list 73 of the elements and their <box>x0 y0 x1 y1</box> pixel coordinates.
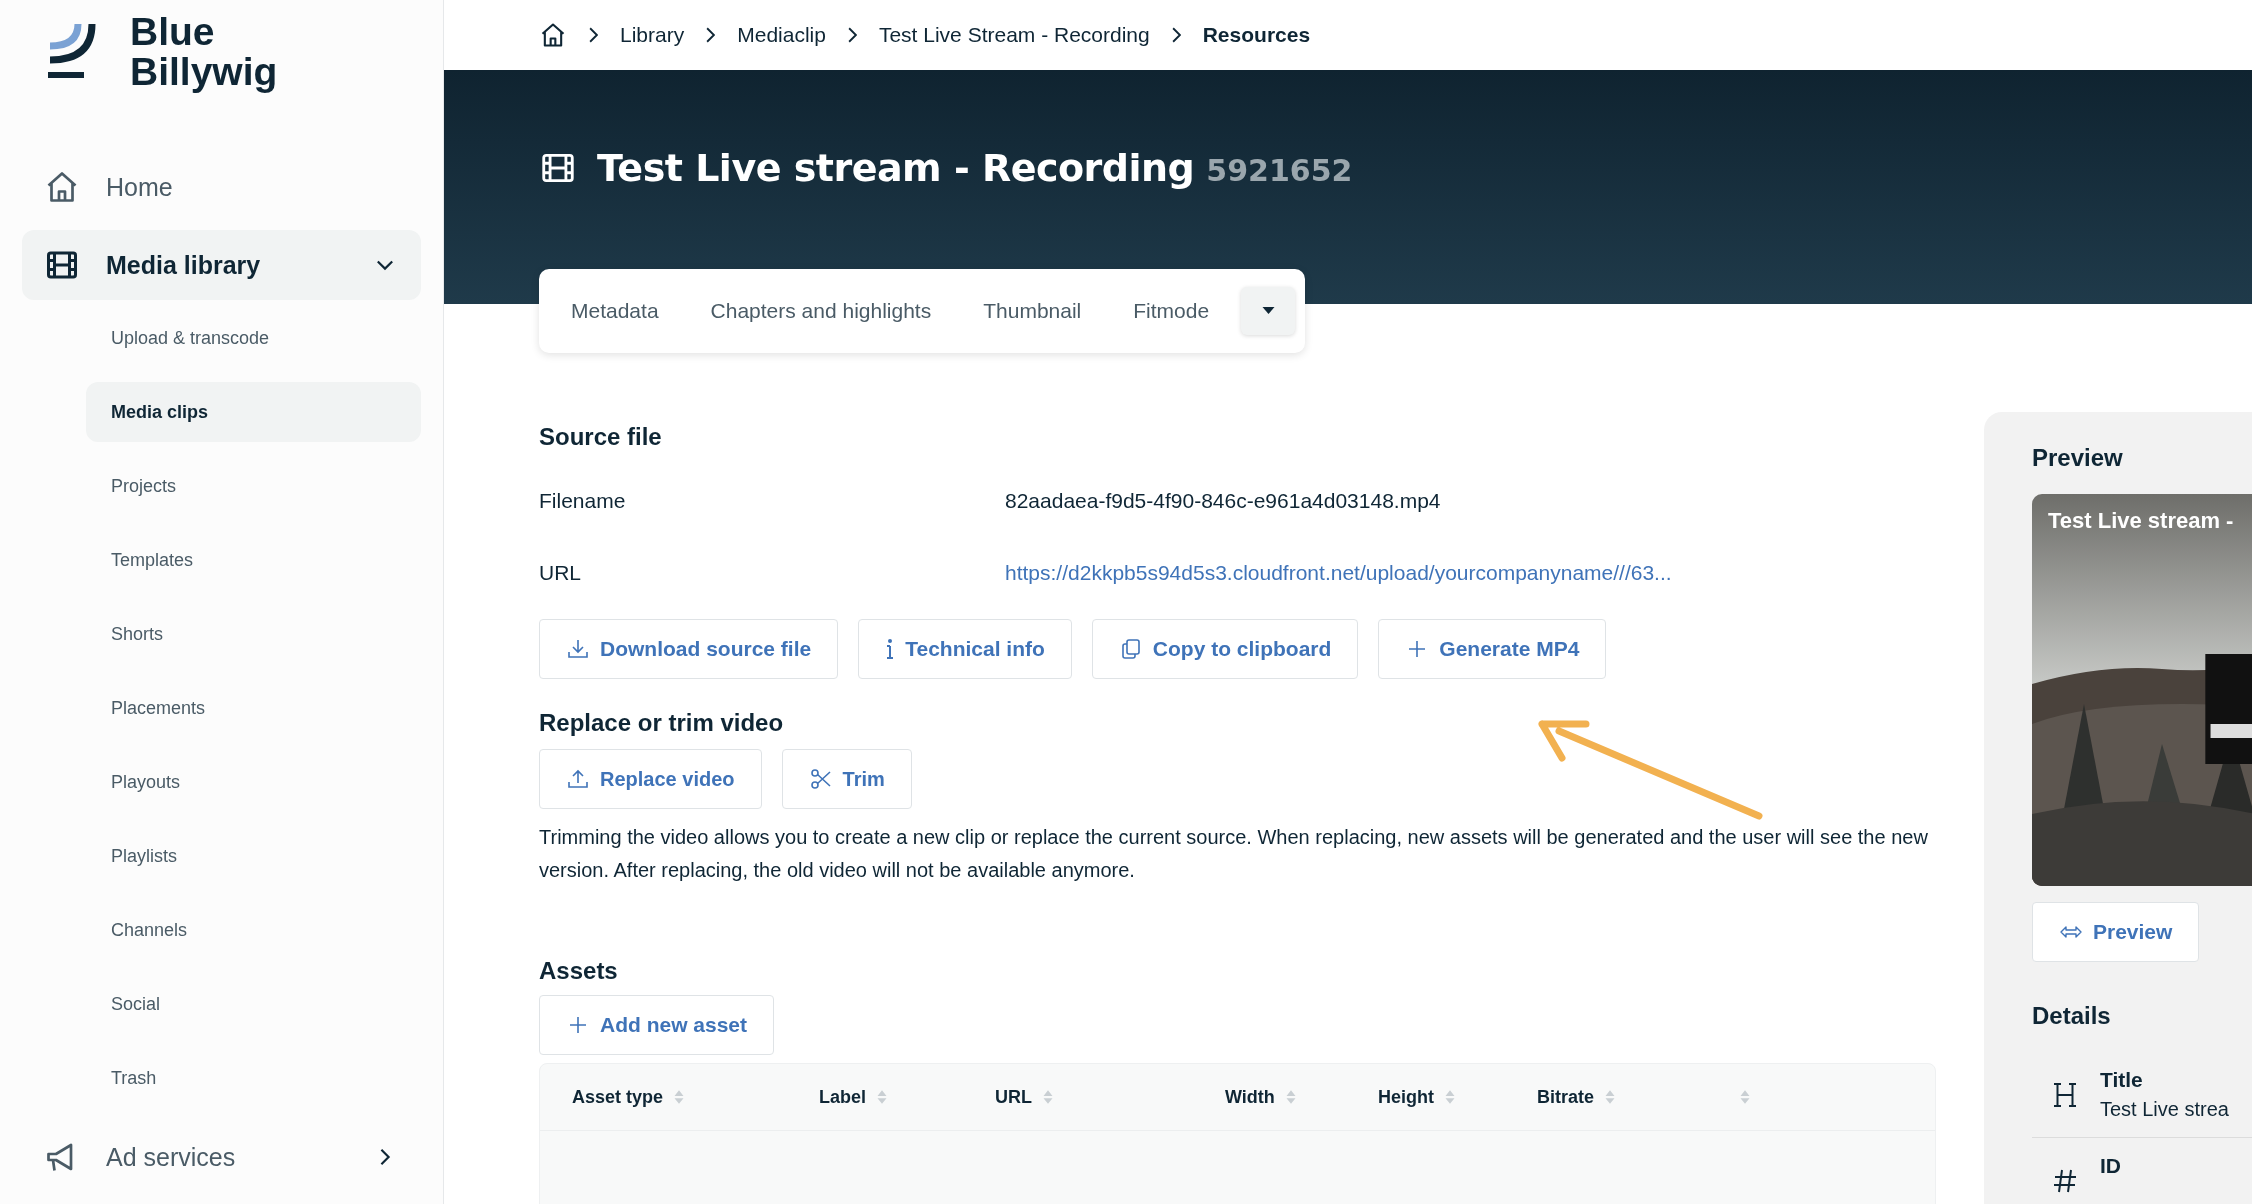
section-heading: Assets <box>539 957 619 985</box>
sort-icon <box>876 1088 888 1106</box>
sort-icon <box>1042 1088 1054 1106</box>
nav-subitem[interactable]: Social <box>86 974 421 1034</box>
breadcrumb-current: Resources <box>1202 23 1311 47</box>
breadcrumb-link[interactable]: Library <box>620 23 685 47</box>
sort-icon <box>1444 1088 1456 1106</box>
sort-icon[interactable] <box>1739 1088 1751 1106</box>
hash-icon <box>2052 1168 2078 1194</box>
breadcrumb-link[interactable]: Mediaclip <box>737 23 826 47</box>
column-header[interactable]: Height <box>1378 1086 1537 1108</box>
upload-icon <box>566 767 590 791</box>
chevron-right-icon <box>589 27 598 43</box>
nav-subitem[interactable]: Playlists <box>86 826 421 886</box>
heading-icon <box>2052 1082 2078 1108</box>
clip-id: 5921652 <box>1206 153 1353 188</box>
column-header[interactable]: URL <box>995 1086 1225 1108</box>
nav-subitem[interactable]: Trash <box>86 1048 421 1108</box>
video-title: Test Live stream - <box>2048 508 2234 534</box>
tab[interactable]: Metadata <box>551 269 687 353</box>
field-value: 82aadaea-f9d5-4f90-846c-e961a4d03148.mp4 <box>1005 489 1441 513</box>
section-heading: Preview <box>2032 444 2124 472</box>
column-header[interactable]: Label <box>819 1086 995 1108</box>
preview-button[interactable]: Preview <box>2032 902 2200 962</box>
action-button[interactable]: Technical info <box>858 619 1072 679</box>
chevron-right-icon <box>1171 27 1181 43</box>
sort-icon <box>673 1088 686 1106</box>
field-label: Filename <box>539 489 627 513</box>
nav-subitem[interactable]: Upload & transcode <box>86 308 421 368</box>
description-text: Trimming the video allows you to create a new clip or replace the current source. When replacing, new assets will be generated and the user will see the new version. After replacing, the old video will not be available anymore. <box>539 825 1929 883</box>
nav-subitem[interactable]: Shorts <box>86 604 421 664</box>
sort-icon <box>1284 1088 1297 1106</box>
more-tabs-button[interactable] <box>1241 287 1296 335</box>
add-asset-button[interactable]: Add new asset <box>539 995 775 1055</box>
download-icon <box>566 637 590 661</box>
detail-label: Title <box>2100 1068 2144 1092</box>
logo-text: Blue Billywig <box>130 12 278 92</box>
chevron-right-icon <box>706 27 716 43</box>
section-heading: Source file <box>539 423 663 451</box>
section-heading: Details <box>2032 1002 2112 1030</box>
section-heading: Replace or trim video <box>539 709 785 737</box>
action-button[interactable]: Trim <box>781 749 912 809</box>
action-button[interactable]: Generate MP4 <box>1378 619 1607 679</box>
column-header[interactable]: Bitrate <box>1537 1086 1739 1108</box>
sort-icon <box>1604 1088 1616 1106</box>
page-title: Test Live stream - Recording <box>597 146 1195 190</box>
scissors-icon <box>808 767 833 791</box>
nav-subitem[interactable]: Placements <box>86 678 421 738</box>
nav-group-item[interactable]: Media library <box>22 230 421 300</box>
detail-value: Test Live strea <box>2100 1098 2229 1121</box>
tab[interactable]: Thumbnail <box>963 269 1110 353</box>
detail-label: ID <box>2100 1154 2121 1178</box>
caret-down-icon <box>1261 307 1275 315</box>
breadcrumb-link[interactable]: Test Live Stream - Recording <box>878 23 1150 47</box>
chevron-right-icon <box>847 27 857 43</box>
nav-item[interactable]: Home <box>22 152 421 222</box>
nav-item[interactable]: Ad services <box>22 1122 421 1192</box>
action-button[interactable]: Replace video <box>539 749 762 809</box>
info-icon <box>885 637 896 661</box>
nav-subitem[interactable]: Templates <box>86 530 421 590</box>
action-button[interactable]: Download source file <box>539 619 839 679</box>
field-label: URL <box>539 561 582 585</box>
column-header[interactable]: Asset type <box>572 1086 819 1108</box>
nav-subitem[interactable]: Playouts <box>86 752 421 812</box>
nav-subitem[interactable]: Media clips <box>86 382 421 442</box>
home-icon[interactable] <box>539 21 567 49</box>
nav-subitem[interactable]: Projects <box>86 456 421 516</box>
tab[interactable]: Fitmode <box>1113 269 1238 353</box>
nav-subitem[interactable]: Channels <box>86 900 421 960</box>
column-header[interactable]: Width <box>1225 1086 1378 1108</box>
action-button[interactable]: Copy to clipboard <box>1091 619 1359 679</box>
url-link[interactable]: https://d2kkpb5s94d5s3.cloudfront.net/upload/yourcompanyname///63... <box>1005 561 1672 585</box>
tab[interactable]: Chapters and highlights <box>690 269 960 353</box>
